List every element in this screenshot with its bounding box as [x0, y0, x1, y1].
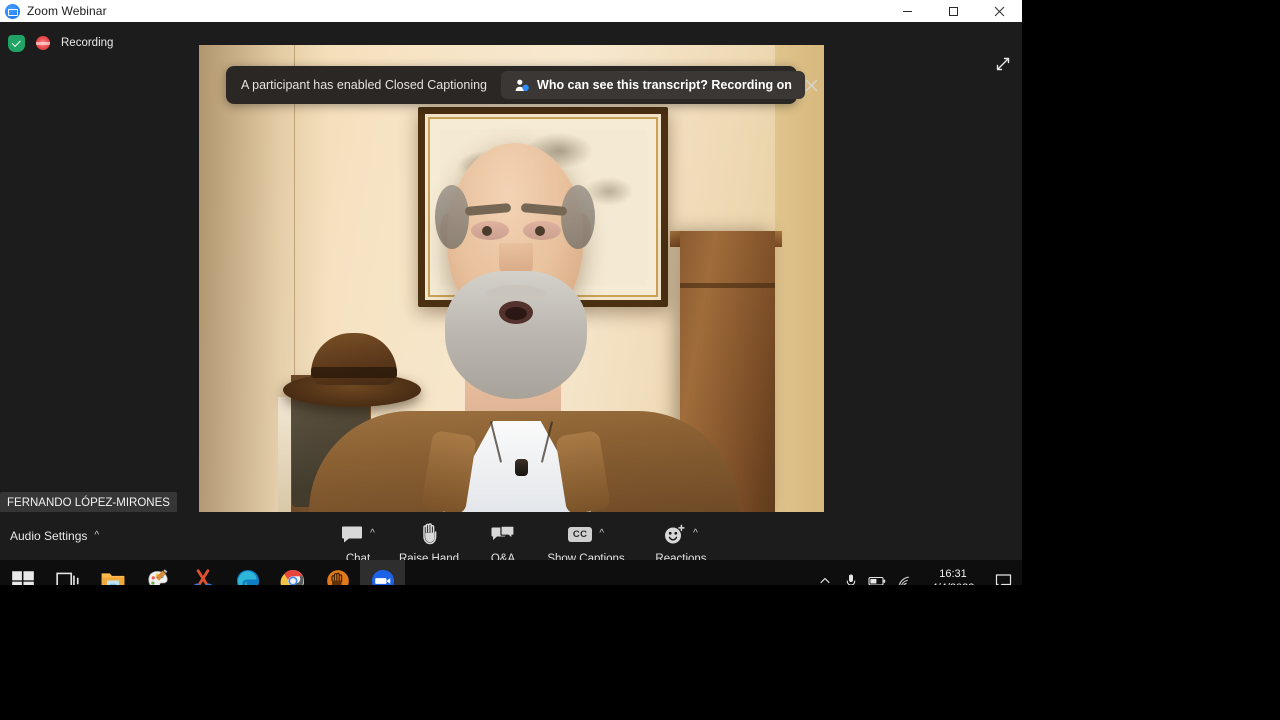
snipping-tool-button[interactable]	[180, 560, 225, 585]
person-mouth-inner	[505, 307, 527, 320]
window-titlebar: Zoom Webinar	[0, 0, 1022, 22]
chat-button[interactable]: ^ Chat	[330, 512, 386, 565]
chrome-icon	[280, 569, 304, 585]
person-hair-left	[435, 185, 469, 249]
action-center-button[interactable]	[984, 560, 1022, 585]
meeting-status-strip: Recording	[8, 32, 113, 54]
qa-bubbles-icon	[491, 522, 515, 546]
folder-icon	[101, 573, 124, 585]
person-pupil-right	[535, 226, 545, 236]
chat-row: ^	[341, 521, 375, 547]
participant-name-label: FERNANDO LÓPEZ-MIRONES	[0, 492, 177, 513]
shield-check-icon[interactable]	[8, 34, 25, 52]
orange-hand-icon	[326, 570, 349, 585]
minimize-button[interactable]	[884, 0, 930, 22]
qa-button[interactable]: Q&A	[472, 512, 534, 565]
tray-overflow-button[interactable]	[812, 560, 838, 585]
taskbar-clock[interactable]: 16:31 4/4/2023	[922, 560, 984, 585]
maximize-button[interactable]	[930, 0, 976, 22]
start-button[interactable]	[0, 560, 45, 585]
wooden-furniture-seam	[680, 283, 775, 288]
task-view-icon	[55, 572, 79, 585]
speech-bubble-icon	[995, 574, 1011, 585]
person-pupil-left	[482, 226, 492, 236]
show-captions-button[interactable]: CC ^ Show Captions	[534, 512, 638, 565]
zoom-meeting-body: Recording A participant has enabled Clos…	[0, 22, 1022, 585]
video-tile-speaker[interactable]	[199, 45, 824, 512]
microsoft-edge-button[interactable]	[225, 560, 270, 585]
person-hair-right	[561, 185, 595, 249]
room-wall-right	[775, 45, 824, 512]
recording-dot-icon	[36, 36, 50, 50]
titlebar-left: Zoom Webinar	[0, 3, 884, 19]
smiley-plus-icon	[664, 522, 686, 546]
clock-time: 16:31	[939, 568, 967, 580]
cowboy-hat-band	[311, 367, 397, 378]
recording-label: Recording	[61, 37, 114, 49]
reactions-button[interactable]: ^ Reactions	[638, 512, 724, 565]
desktop-background: Zoom Webinar Recording A participant has…	[0, 0, 1280, 720]
paint-button[interactable]	[135, 560, 180, 585]
edge-icon	[236, 569, 259, 585]
raise-hand-row	[421, 521, 438, 547]
show-captions-row: CC ^	[567, 521, 604, 547]
transcript-visibility-button[interactable]: Who can see this transcript? Recording o…	[501, 71, 805, 99]
wifi-icon[interactable]	[890, 560, 916, 585]
reactions-row: ^	[664, 521, 698, 547]
qa-row	[491, 521, 515, 547]
chat-chevron-up-icon[interactable]: ^	[370, 529, 375, 539]
system-tray: 16:31 4/4/2023	[812, 560, 1022, 585]
audio-settings-label: Audio Settings	[10, 529, 88, 543]
close-button[interactable]	[976, 0, 1022, 22]
raised-hand-icon	[421, 522, 438, 546]
scissors-icon	[193, 569, 212, 585]
zoom-logo-icon	[5, 3, 20, 19]
battery-icon[interactable]	[864, 560, 890, 585]
chevron-up-icon: ^	[94, 530, 100, 541]
raise-hand-button[interactable]: Raise Hand	[386, 512, 472, 565]
zoom-app-button[interactable]	[360, 560, 405, 585]
clock-date: 4/4/2023	[932, 581, 975, 585]
hand-app-button[interactable]	[315, 560, 360, 585]
expand-arrows-icon[interactable]	[992, 53, 1014, 75]
chat-bubble-icon	[341, 522, 363, 546]
transcript-visibility-label: Who can see this transcript? Recording o…	[537, 78, 792, 92]
file-explorer-button[interactable]	[90, 560, 135, 585]
notification-message: A participant has enabled Closed Caption…	[241, 78, 488, 92]
audio-settings-button[interactable]: Audio Settings ^	[10, 526, 99, 546]
zoom-webinar-window: Zoom Webinar Recording A participant has…	[0, 0, 1022, 585]
reactions-chevron-up-icon[interactable]: ^	[693, 529, 698, 539]
window-title: Zoom Webinar	[27, 4, 107, 18]
microphone-icon[interactable]	[838, 560, 864, 585]
closed-captioning-notification: A participant has enabled Closed Caption…	[226, 66, 818, 104]
cc-icon: CC	[567, 526, 593, 542]
necklace-pendant	[515, 459, 528, 476]
zoom-icon	[371, 569, 394, 585]
notification-close-icon[interactable]	[805, 68, 818, 102]
task-view-button[interactable]	[45, 560, 90, 585]
google-chrome-button[interactable]	[270, 560, 315, 585]
captions-chevron-up-icon[interactable]: ^	[599, 529, 604, 539]
windows-logo-icon	[11, 571, 34, 585]
person-question-icon	[514, 78, 529, 93]
paint-palette-icon	[147, 569, 168, 585]
